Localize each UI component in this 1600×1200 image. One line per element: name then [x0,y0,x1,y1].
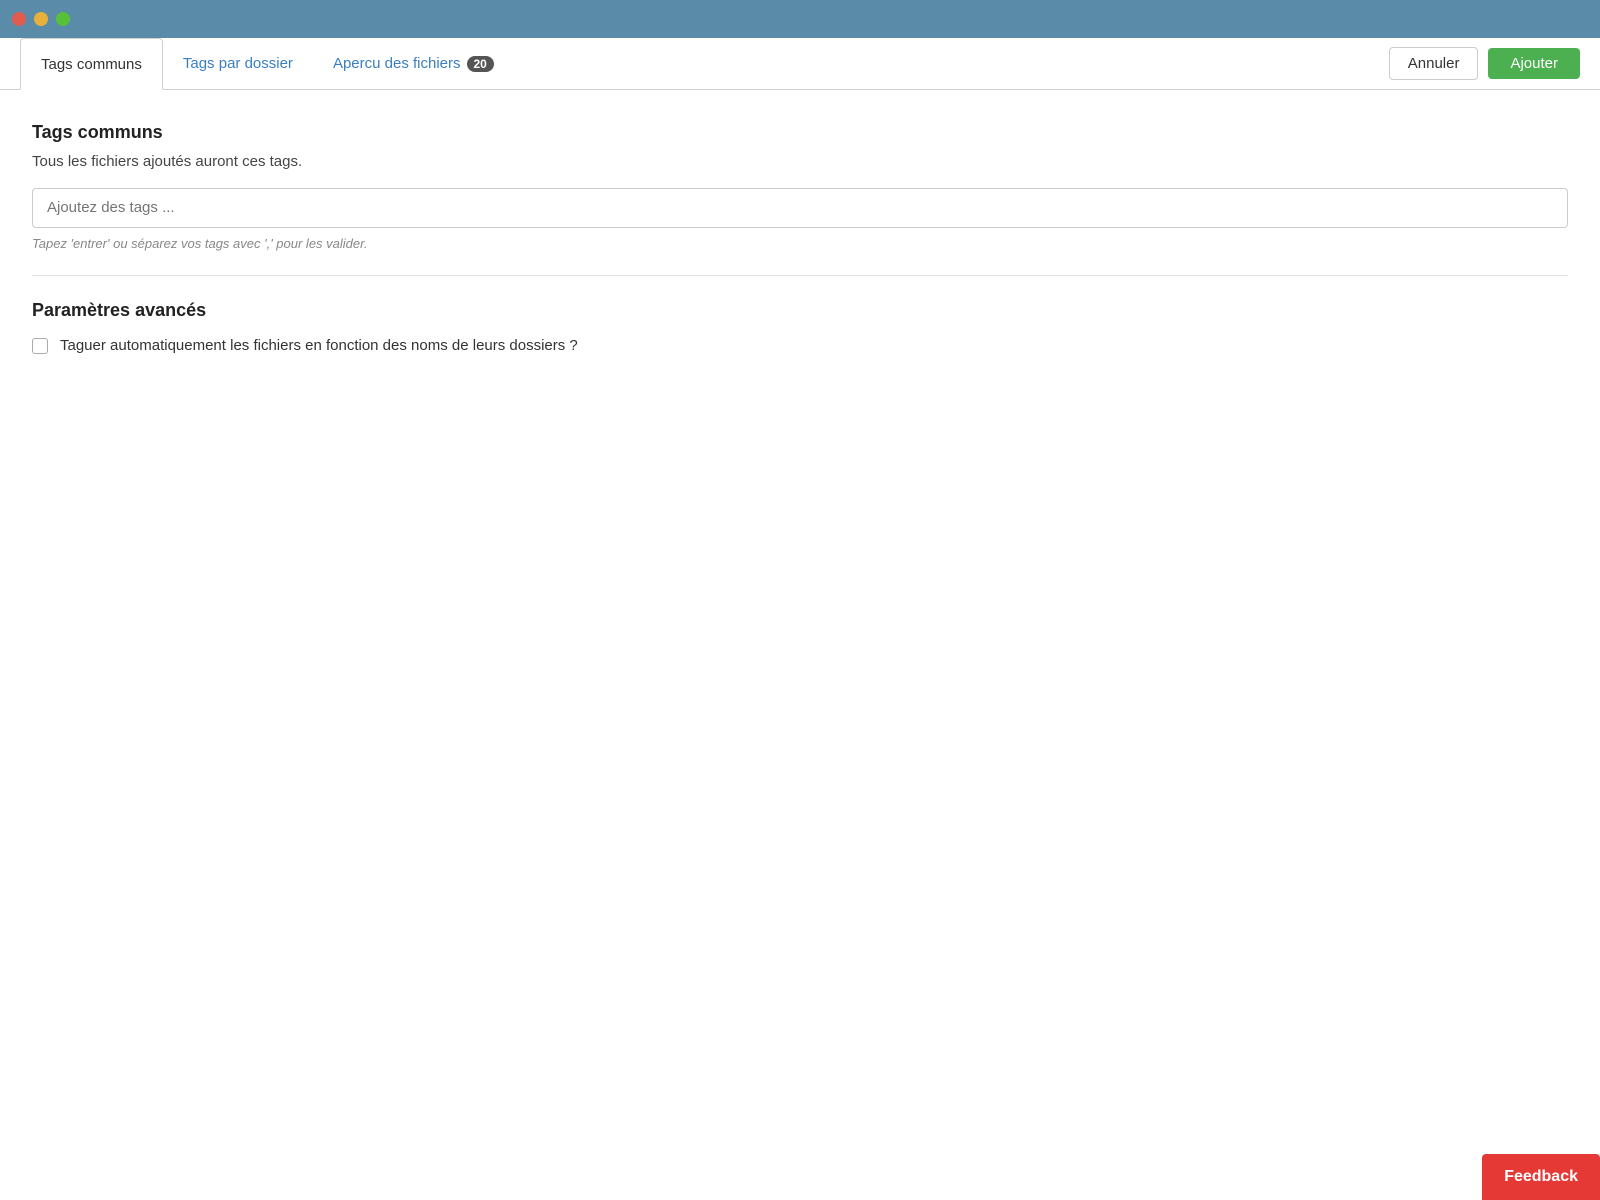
advanced-title: Paramètres avancés [32,300,1568,321]
tab-tags-par-dossier[interactable]: Tags par dossier [163,38,313,89]
tabs-container: Tags communs Tags par dossier Apercu des… [20,38,1389,89]
tab-apercu-fichiers[interactable]: Apercu des fichiers 20 [313,38,514,89]
section-divider [32,275,1568,276]
apercu-badge: 20 [467,56,494,72]
section-title: Tags communs [32,122,1568,143]
tab-tags-par-dossier-label: Tags par dossier [183,55,293,72]
tag-input-wrapper[interactable] [32,188,1568,228]
feedback-button[interactable]: Feedback [1482,1154,1600,1200]
tag-input[interactable] [47,199,1553,216]
auto-tag-label: Taguer automatiquement les fichiers en f… [60,337,578,354]
title-bar [0,0,1600,38]
cancel-button[interactable]: Annuler [1389,47,1479,80]
auto-tag-row: Taguer automatiquement les fichiers en f… [32,337,1568,354]
tab-apercu-fichiers-label: Apercu des fichiers [333,55,461,72]
main-content: Tags communs Tous les fichiers ajoutés a… [0,90,1600,386]
minimize-button[interactable] [34,12,48,26]
maximize-button[interactable] [56,12,70,26]
tag-hint: Tapez 'entrer' ou séparez vos tags avec … [32,236,1568,251]
close-button[interactable] [12,12,26,26]
tab-bar: Tags communs Tags par dossier Apercu des… [0,38,1600,90]
add-button[interactable]: Ajouter [1488,48,1580,79]
tab-tags-communs[interactable]: Tags communs [20,38,163,90]
auto-tag-checkbox[interactable] [32,338,48,354]
tab-tags-communs-label: Tags communs [41,56,142,73]
section-subtitle: Tous les fichiers ajoutés auront ces tag… [32,153,1568,170]
tab-bar-actions: Annuler Ajouter [1389,38,1580,89]
